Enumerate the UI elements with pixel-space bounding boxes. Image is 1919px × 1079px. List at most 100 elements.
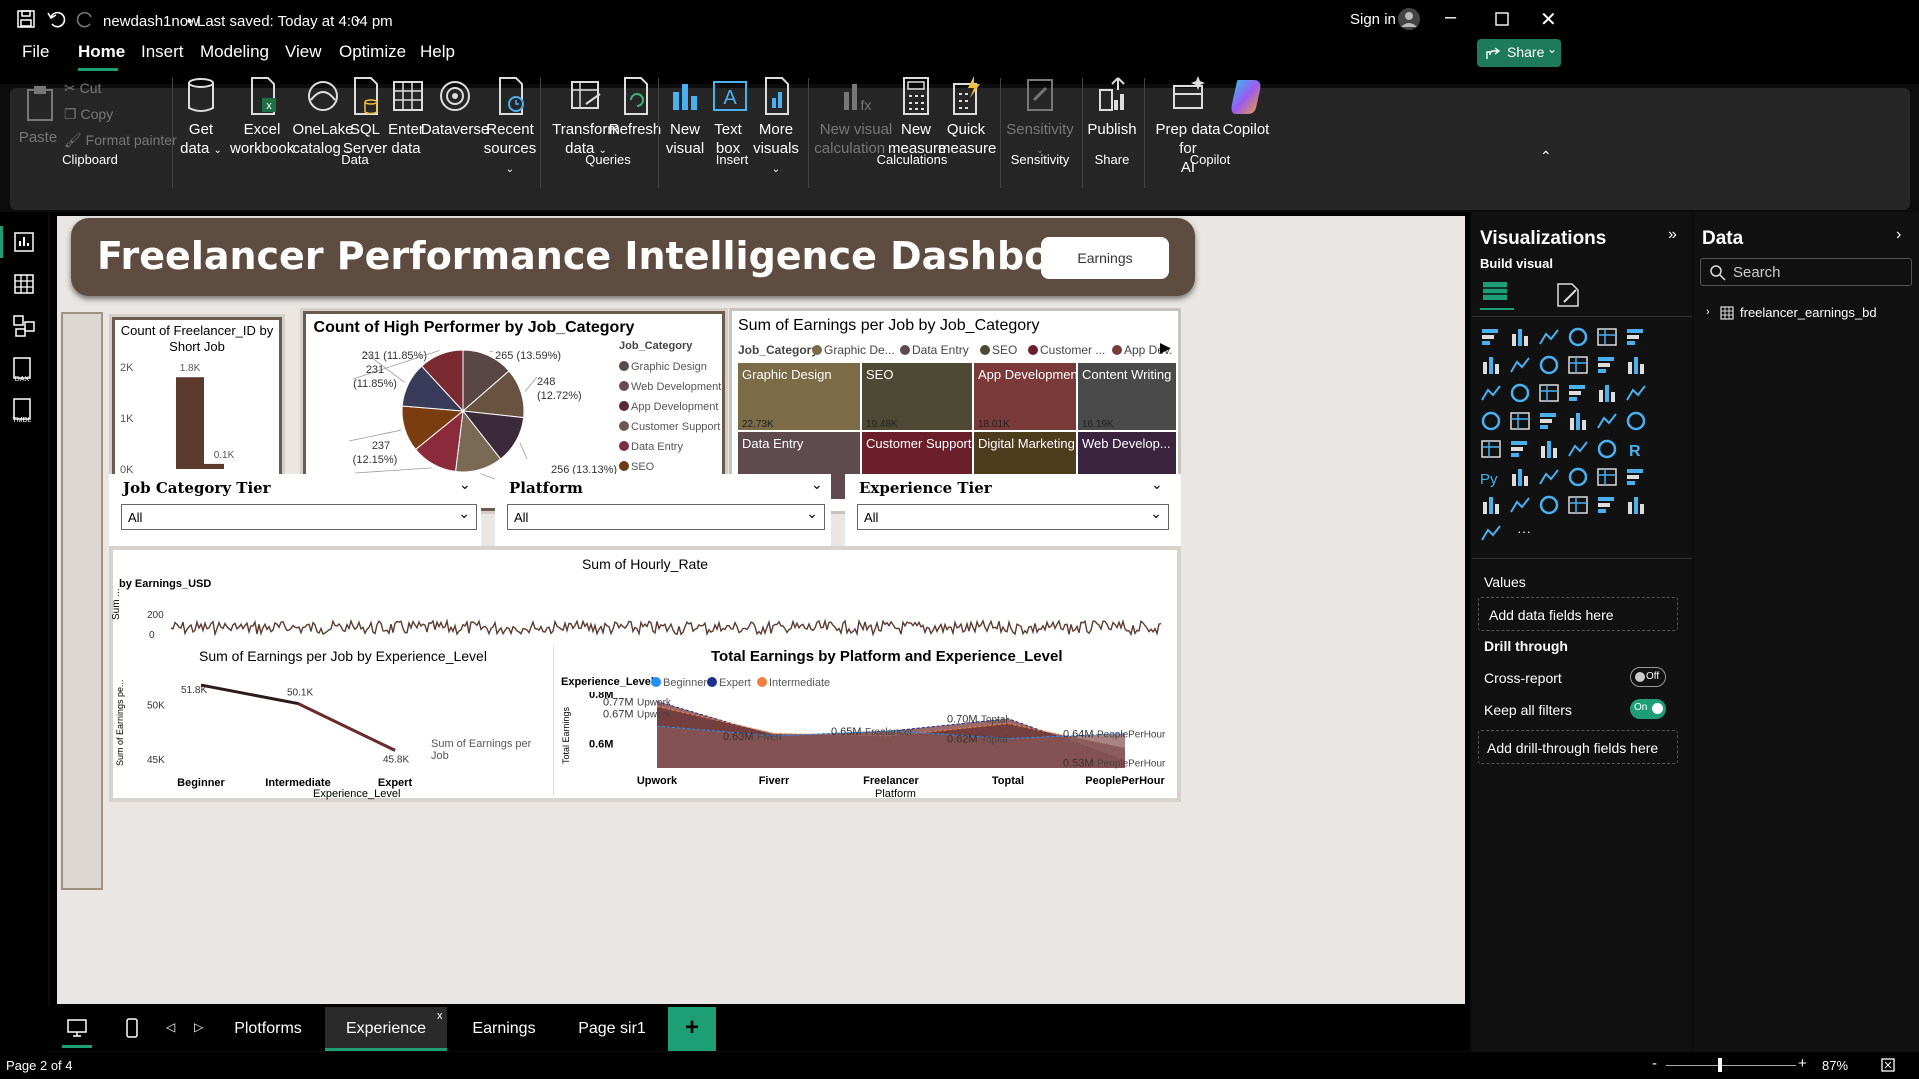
new-measure-button[interactable]: New measure bbox=[888, 74, 946, 158]
cut-button[interactable]: ✂ Cut bbox=[64, 80, 101, 97]
slicer-dropdown[interactable]: All ⌄ bbox=[857, 504, 1169, 530]
slicer-experience-tier[interactable]: Experience Tier ⌄ All ⌄ bbox=[845, 474, 1181, 546]
fit-to-page-icon[interactable] bbox=[1880, 1057, 1896, 1073]
qa-icon[interactable] bbox=[1568, 467, 1588, 487]
new-visual-calculation-button[interactable]: fx New visual calculation ⌄ bbox=[814, 74, 898, 160]
page-tab-experience[interactable]: Experience bbox=[325, 1007, 447, 1051]
page-tab-plotforms[interactable]: Plotforms bbox=[214, 1007, 322, 1051]
account-icon[interactable] bbox=[1397, 7, 1421, 31]
publish-button[interactable]: Publish bbox=[1082, 74, 1142, 139]
image-icon[interactable] bbox=[1511, 441, 1527, 457]
custom-visual-icon[interactable] bbox=[1598, 497, 1614, 513]
fabric-icon[interactable] bbox=[1481, 525, 1501, 541]
menu-insert[interactable]: Insert bbox=[141, 42, 184, 62]
minimize-icon[interactable]: – bbox=[1445, 6, 1456, 29]
menu-help[interactable]: Help bbox=[420, 42, 455, 62]
chevron-down-icon[interactable]: ⌄ bbox=[811, 476, 823, 493]
slicer-icon[interactable] bbox=[1481, 440, 1501, 458]
dataverse-button[interactable]: Dataverse bbox=[418, 74, 492, 139]
chevron-down-icon[interactable]: ⌄ bbox=[1151, 476, 1163, 493]
metrics-icon[interactable] bbox=[1568, 496, 1588, 514]
power-apps-icon[interactable] bbox=[1510, 497, 1530, 513]
model-view-icon[interactable] bbox=[12, 314, 36, 338]
line-chart-icon[interactable] bbox=[1483, 357, 1499, 374]
sql-server-button[interactable]: SQL Server bbox=[342, 74, 388, 158]
zoom-slider-thumb[interactable] bbox=[1718, 1058, 1722, 1072]
card-icon[interactable] bbox=[1626, 385, 1646, 401]
format-painter-button[interactable]: 🖌 Format painter bbox=[64, 132, 177, 149]
close-tab-icon[interactable]: x bbox=[437, 1010, 443, 1022]
zoom-slider[interactable] bbox=[1666, 1065, 1796, 1066]
slicer-platform[interactable]: Platform ⌄ All ⌄ bbox=[495, 474, 831, 546]
quick-measure-button[interactable]: Quick measure bbox=[938, 74, 996, 158]
zoom-out-icon[interactable]: - bbox=[1652, 1055, 1657, 1072]
zoom-in-icon[interactable]: + bbox=[1798, 1055, 1807, 1072]
keep-all-filters-toggle[interactable]: On bbox=[1630, 699, 1666, 719]
diamond-icon[interactable] bbox=[1628, 497, 1644, 514]
donut-icon[interactable] bbox=[1599, 385, 1615, 402]
matrix-icon[interactable] bbox=[1597, 439, 1617, 459]
stacked-column-icon[interactable] bbox=[1512, 329, 1528, 346]
close-icon[interactable]: ✕ bbox=[1540, 7, 1557, 32]
menu-modeling[interactable]: Modeling bbox=[200, 42, 269, 62]
slicer-job-category-tier[interactable]: Job Category Tier ⌄ All ⌄ bbox=[109, 474, 481, 546]
table-icon[interactable] bbox=[1568, 441, 1588, 457]
copilot-button[interactable]: Copilot bbox=[1216, 74, 1276, 139]
cross-report-toggle[interactable]: Off bbox=[1630, 667, 1666, 687]
search-box[interactable]: Search bbox=[1700, 258, 1912, 286]
slicer-dropdown[interactable]: All ⌄ bbox=[121, 504, 477, 530]
area-chart-icon[interactable] bbox=[1510, 357, 1530, 373]
earnings-nav-button[interactable]: Earnings bbox=[1041, 237, 1169, 279]
waterfall-icon[interactable] bbox=[1598, 357, 1614, 373]
line-stacked-icon[interactable] bbox=[1481, 385, 1501, 401]
page-tab-earnings[interactable]: Earnings bbox=[450, 1007, 558, 1051]
menu-file[interactable]: File bbox=[22, 42, 49, 62]
menu-optimize[interactable]: Optimize bbox=[339, 42, 406, 62]
share-button[interactable]: Share ⌄ bbox=[1477, 39, 1561, 67]
power-automate-icon[interactable] bbox=[1539, 495, 1559, 515]
add-page-button[interactable]: + bbox=[668, 1007, 716, 1051]
collapse-ribbon-icon[interactable]: ⌃ bbox=[1540, 148, 1552, 165]
scatter-icon[interactable] bbox=[1539, 384, 1559, 402]
text-box-button[interactable]: A Text box bbox=[708, 74, 748, 158]
treemap-icon[interactable] bbox=[1481, 411, 1501, 431]
r-visual-icon[interactable]: R bbox=[1629, 443, 1641, 460]
slicer-dropdown[interactable]: All ⌄ bbox=[507, 504, 825, 530]
stacked-area-icon[interactable] bbox=[1539, 355, 1559, 375]
sensitivity-button[interactable]: Sensitivity ⌄ bbox=[1004, 74, 1076, 160]
stacked-bar-icon[interactable] bbox=[1482, 329, 1498, 345]
menu-view[interactable]: View bbox=[285, 42, 322, 62]
report-view-icon[interactable] bbox=[12, 230, 36, 254]
refresh-button[interactable]: Refresh bbox=[606, 74, 664, 139]
excel-workbook-button[interactable]: x Excel workbook bbox=[230, 74, 294, 158]
format-visual-icon[interactable] bbox=[1552, 280, 1582, 310]
ribbon-chart-icon[interactable] bbox=[1568, 356, 1588, 374]
save-icon[interactable] bbox=[16, 9, 36, 29]
paste-button[interactable]: Paste bbox=[18, 82, 58, 147]
more-visuals-icon[interactable]: ··· bbox=[1517, 523, 1531, 539]
100-column-icon[interactable] bbox=[1627, 329, 1643, 345]
funnel-icon[interactable] bbox=[1510, 383, 1530, 403]
chevron-down-icon[interactable]: ⌄ bbox=[352, 10, 363, 26]
collapse-pane-icon[interactable]: › bbox=[1896, 226, 1901, 244]
maximize-icon[interactable] bbox=[1495, 12, 1509, 26]
100-bar-icon[interactable] bbox=[1597, 328, 1617, 346]
hourly-rate-line-chart[interactable]: 2000 bbox=[123, 598, 1173, 642]
azure-map-icon[interactable] bbox=[1570, 413, 1586, 430]
table-tree-item[interactable]: › freelancer_earnings_bd bbox=[1706, 304, 1916, 328]
filled-map-icon[interactable] bbox=[1540, 413, 1556, 429]
tmdl-view-icon[interactable]: TMDL bbox=[10, 396, 38, 424]
kpi-icon[interactable] bbox=[1626, 411, 1646, 431]
collapse-pane-icon[interactable]: » bbox=[1668, 226, 1677, 244]
line-column-icon[interactable] bbox=[1628, 357, 1644, 374]
undo-icon[interactable] bbox=[46, 9, 66, 29]
new-visual-button[interactable]: New visual bbox=[660, 74, 710, 158]
previous-page-icon[interactable]: ◁ bbox=[166, 1020, 175, 1034]
redo-icon[interactable] bbox=[76, 9, 96, 29]
legend-next-arrow-icon[interactable]: ▶ bbox=[1160, 339, 1171, 356]
visual-type-gallery[interactable]: R Py ··· bbox=[1478, 324, 1688, 544]
python-visual-icon[interactable]: Py bbox=[1480, 471, 1498, 488]
trophy-icon[interactable] bbox=[1627, 469, 1643, 485]
decomposition-tree-icon[interactable] bbox=[1539, 469, 1559, 485]
drill-through-drop-zone[interactable]: Add drill-through fields here bbox=[1478, 730, 1678, 764]
